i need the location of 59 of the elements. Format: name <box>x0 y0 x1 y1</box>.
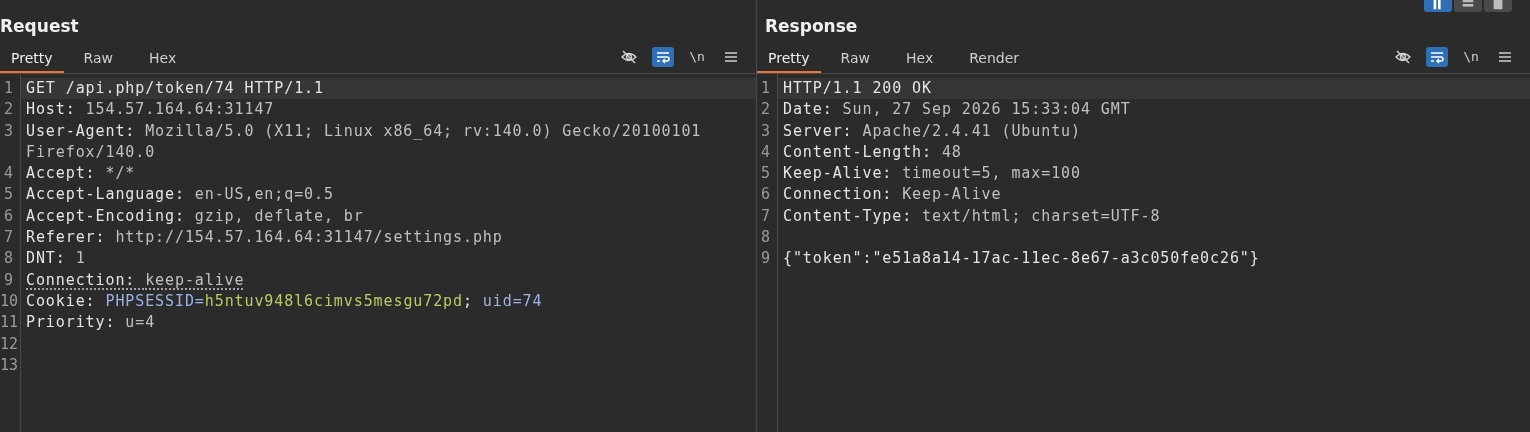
code-line: HTTP/1.1 200 OK <box>782 78 933 99</box>
tab[interactable]: Raw <box>67 45 129 73</box>
code-line: {"token":"e51a8a14-17ac-11ec-8e67-a3c050fe0c26"} <box>782 248 1261 270</box>
line-number: 8 <box>2 248 14 270</box>
line-number: 3 <box>2 120 14 142</box>
code-line: GET /api.php/token/74 HTTP/1.1 <box>25 78 325 99</box>
newline-toggle[interactable]: \n <box>686 46 708 67</box>
tab[interactable]: Hex <box>133 45 193 73</box>
line-number: 8 <box>759 227 771 249</box>
tab[interactable]: Raw <box>824 45 886 73</box>
code-line: Keep-Alive: timeout=5, max=100 <box>782 163 1082 185</box>
newline-toggle[interactable]: \n <box>1460 46 1482 67</box>
line-number: 6 <box>759 184 771 206</box>
wrap-toggle[interactable] <box>1426 46 1448 67</box>
tab[interactable]: Pretty <box>757 45 821 73</box>
line-number: 5 <box>2 184 14 206</box>
line-number: 7 <box>2 227 14 249</box>
code-line: Content-Length: 48 <box>782 141 963 163</box>
wrap-toggle[interactable] <box>652 46 674 67</box>
menu-icon <box>1498 50 1512 63</box>
line-number: 12 <box>0 333 20 355</box>
line-number: 2 <box>759 99 771 121</box>
code-line: Priority: u=4 <box>25 312 157 334</box>
pane-title: Request <box>0 14 79 38</box>
line-number: 9 <box>759 248 771 270</box>
menu-icon <box>724 50 738 63</box>
line-number: 4 <box>2 163 14 185</box>
code-line: Connection: Keep-Alive <box>782 184 1003 206</box>
code-line: User-Agent: Mozilla/5.0 (X11; Linux x86_64; rv:140.0) Gecko/20100101 Firefox/140.0 <box>25 120 703 163</box>
code-line: DNT: 1 <box>25 248 87 270</box>
code-line: Content-Type: text/html; charset=UTF-8 <box>782 205 1162 227</box>
code-line: Accept: */* <box>25 163 137 185</box>
code-line: Accept-Encoding: gzip, deflate, br <box>25 205 365 227</box>
code-line: Referer: http://154.57.164.64:31147/settings.php <box>25 227 504 249</box>
single-layout-icon <box>1491 0 1505 11</box>
line-number: 9 <box>2 269 14 291</box>
line-number: 7 <box>759 205 771 227</box>
tab[interactable]: Pretty <box>0 45 64 73</box>
line-number: 11 <box>0 312 20 334</box>
line-number: 3 <box>759 120 771 142</box>
line-number: 13 <box>0 354 20 376</box>
tab[interactable]: Hex <box>890 45 950 73</box>
wrap-icon <box>1429 49 1445 64</box>
code-line: Date: Sun, 27 Sep 2026 15:33:04 GMT <box>782 99 1132 121</box>
line-number: 2 <box>2 99 14 121</box>
code-line: Host: 154.57.164.64:31147 <box>25 99 276 121</box>
line-number: 10 <box>0 290 20 312</box>
line-number: 6 <box>2 205 14 227</box>
line-number: 5 <box>759 163 771 185</box>
code-line: Connection: keep-alive <box>25 269 246 291</box>
tab[interactable]: Render <box>953 45 1035 73</box>
line-number: 4 <box>759 141 771 163</box>
pane-title: Response <box>765 14 858 38</box>
code-line: Cookie: PHPSESSID=h5ntuv948l6cimvs5mesgu72pd; uid=74 <box>25 290 544 312</box>
line-number: 1 <box>0 78 20 100</box>
code-line: Server: Apache/2.4.41 (Ubuntu) <box>782 120 1082 142</box>
line-number: 1 <box>757 78 777 100</box>
code-line: Accept-Language: en-US,en;q=0.5 <box>25 184 335 206</box>
wrap-icon <box>655 49 671 64</box>
